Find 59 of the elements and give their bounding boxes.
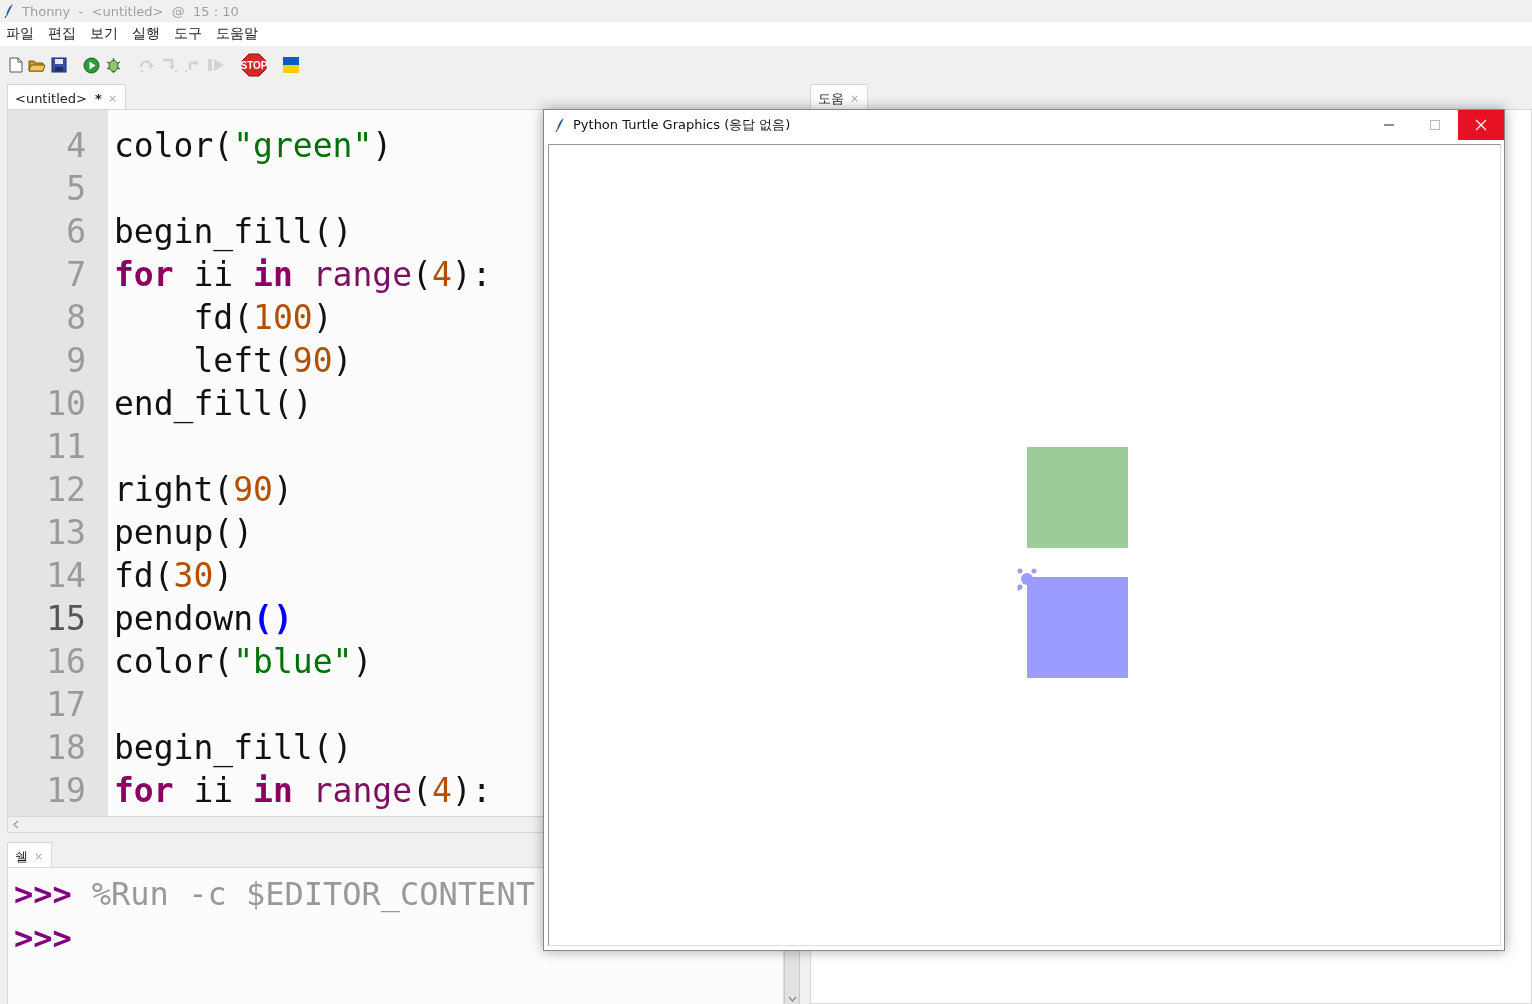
turtle-cursor <box>1017 568 1037 591</box>
line-number: 13 <box>45 512 87 554</box>
maximize-icon <box>1429 119 1441 131</box>
vertical-scrollbar[interactable] <box>784 951 800 1004</box>
close-button[interactable] <box>1458 110 1504 140</box>
save-icon[interactable] <box>51 57 67 73</box>
feather-icon <box>555 117 565 133</box>
feather-icon <box>4 3 14 19</box>
line-number: 17 <box>45 684 87 726</box>
line-number: 6 <box>65 211 87 253</box>
line-number: 11 <box>45 426 87 468</box>
line-number: 5 <box>65 168 87 210</box>
code-line: fd(100) <box>192 297 333 339</box>
code-line: fd(30) <box>114 555 234 597</box>
shell-command: %Run -c $EDITOR_CONTENT <box>91 875 535 913</box>
line-number: 19 <box>45 770 87 812</box>
code-line: for ii in range(4): <box>114 254 492 296</box>
menu-item[interactable]: 도구 <box>174 25 202 43</box>
tab[interactable]: <untitled> * × <box>7 84 127 109</box>
line-number: 14 <box>45 555 87 597</box>
stop-icon[interactable]: STOP <box>241 53 267 77</box>
code-line: end_fill() <box>114 383 313 425</box>
code-line: begin_fill() <box>114 727 353 769</box>
line-number: 18 <box>45 727 87 769</box>
code-line: begin_fill() <box>114 211 353 253</box>
line-number: 12 <box>45 469 87 511</box>
code-line: right(90) <box>114 469 293 511</box>
code-line: left(90) <box>192 340 353 382</box>
code-line: penup() <box>114 512 254 554</box>
menu-item[interactable]: 편집 <box>48 25 76 43</box>
bug-icon[interactable] <box>105 56 122 74</box>
window-title: Python Turtle Graphics (응답 없음) <box>573 116 792 134</box>
folder-icon[interactable] <box>28 57 46 73</box>
new-file-icon[interactable] <box>9 57 23 73</box>
shell-prompt: >>> <box>14 875 72 913</box>
menu-item[interactable]: 보기 <box>90 25 118 43</box>
tab[interactable]: 쉘 × <box>7 842 53 867</box>
line-number: 8 <box>65 297 87 339</box>
close-icon <box>1475 119 1487 131</box>
flag-icon[interactable] <box>283 57 299 73</box>
shell-prompt: >>> <box>14 919 72 957</box>
line-number: 10 <box>45 383 87 425</box>
code-line: color("green") <box>114 125 393 167</box>
line-number: 15 <box>45 598 87 640</box>
code-line: pendown() <box>114 598 293 640</box>
menu-item[interactable]: 도움말 <box>216 25 258 43</box>
tab[interactable]: 도움 × <box>810 84 869 109</box>
code-line: color("blue") <box>114 641 373 683</box>
menu-item[interactable]: 실행 <box>132 25 160 43</box>
line-number: 7 <box>65 254 87 296</box>
line-number: 4 <box>65 125 87 167</box>
window-title: Thonny - <untitled> @ 15 : 10 <box>22 3 239 19</box>
run-icon[interactable] <box>83 56 100 74</box>
arrow-down-icon[interactable] <box>787 996 797 1002</box>
line-number: 9 <box>65 340 87 382</box>
line-number: 16 <box>45 641 87 683</box>
code-line: for ii in range(4): <box>114 770 492 812</box>
arrow-left-icon[interactable] <box>13 820 19 829</box>
menu-item[interactable]: 파일 <box>6 25 34 43</box>
